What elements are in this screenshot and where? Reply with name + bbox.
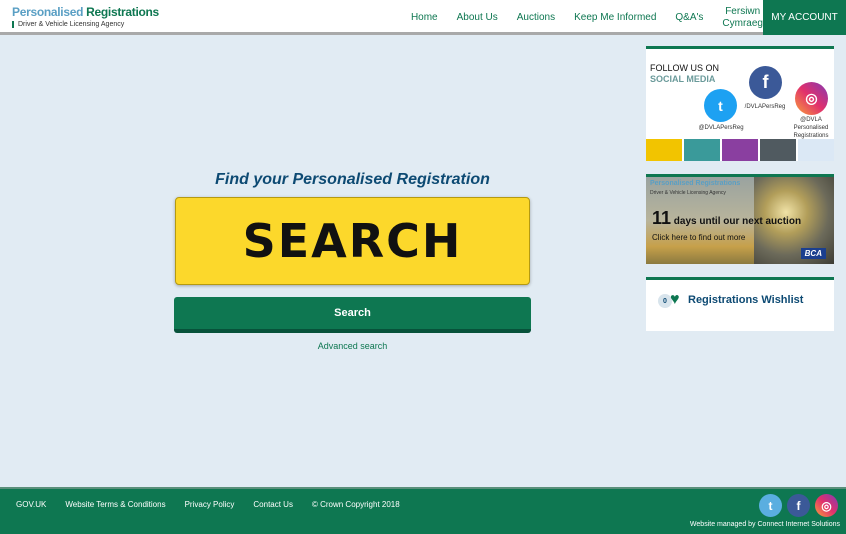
instagram-icon[interactable]: ◎: [815, 494, 838, 517]
twitter-handle: @DVLAPersReg: [698, 125, 744, 131]
thumbnail-image: [722, 139, 758, 161]
search-button[interactable]: Search: [174, 297, 531, 333]
facebook-handle: /DVLAPersReg: [744, 104, 786, 110]
site-logo[interactable]: Personalised Registrations Driver & Vehi…: [12, 5, 159, 28]
facebook-icon[interactable]: f: [749, 66, 782, 99]
nav-keep-me-informed[interactable]: Keep Me Informed: [574, 12, 656, 24]
banner-logo-subtitle: Driver & Vehicle Licensing Agency: [650, 190, 726, 196]
copyright-text: © Crown Copyright 2018: [311, 500, 400, 509]
facebook-icon[interactable]: f: [787, 494, 810, 517]
nav-about-us[interactable]: About Us: [457, 12, 498, 24]
social-media-banner[interactable]: FOLLOW US ON SOCIAL MEDIA t @DVLAPersReg…: [646, 46, 834, 161]
advanced-search-link[interactable]: Advanced search: [174, 341, 531, 351]
social-heading-2: SOCIAL MEDIA: [650, 74, 716, 84]
instagram-icon[interactable]: ◎: [795, 82, 828, 115]
thumbnail-image: [646, 139, 682, 161]
managed-by-link[interactable]: Website managed by Connect Internet Solu…: [690, 521, 840, 528]
nav-welsh-version[interactable]: Fersiwn Cymraeg: [722, 6, 763, 30]
thumbnail-image: [684, 139, 720, 161]
page-title: Find your Personalised Registration: [215, 171, 490, 188]
site-header: Personalised Registrations Driver & Vehi…: [0, 0, 846, 35]
auction-countdown-banner[interactable]: Personalised Registrations Driver & Vehi…: [646, 174, 834, 264]
auction-countdown: 11 days until our next auction: [652, 208, 802, 228]
footer-link-contact[interactable]: Contact Us: [253, 500, 293, 509]
registration-search-input[interactable]: SEARCH: [175, 197, 530, 285]
twitter-icon[interactable]: t: [704, 89, 737, 122]
nav-auctions[interactable]: Auctions: [517, 12, 555, 24]
bca-logo: BCA: [800, 248, 826, 259]
footer-social: t f ◎: [759, 494, 838, 517]
welsh-label-2: Cymraeg: [722, 17, 763, 29]
wishlist-label: Registrations Wishlist: [688, 294, 804, 306]
main-nav: Home About Us Auctions Keep Me Informed …: [392, 0, 763, 35]
welsh-label-1: Fersiwn: [725, 5, 761, 17]
banner-logo-title: Personalised Registrations: [650, 180, 741, 187]
auction-link-text: Click here to find out more: [652, 233, 746, 242]
footer-link-privacy[interactable]: Privacy Policy: [185, 500, 235, 509]
nav-home[interactable]: Home: [411, 12, 438, 24]
registrations-wishlist[interactable]: 0 ♥ Registrations Wishlist: [646, 277, 834, 331]
social-heading-1: FOLLOW US ON: [650, 63, 720, 73]
logo-title: Personalised Registrations: [12, 5, 159, 19]
nav-qa[interactable]: Q&A's: [675, 12, 703, 24]
footer-link-terms[interactable]: Website Terms & Conditions: [65, 500, 165, 509]
logo-subtitle: Driver & Vehicle Licensing Agency: [12, 21, 159, 28]
heart-icon: ♥: [670, 291, 680, 308]
thumbnail-image: [760, 139, 796, 161]
thumbnail-image: [798, 139, 834, 161]
footer-link-govuk[interactable]: GOV.UK: [16, 500, 46, 509]
thumbnail-strip: [646, 139, 834, 161]
footer-links: GOV.UK Website Terms & Conditions Privac…: [16, 500, 419, 509]
site-footer: GOV.UK Website Terms & Conditions Privac…: [0, 487, 846, 534]
twitter-icon[interactable]: t: [759, 494, 782, 517]
instagram-handle: @DVLA Personalised Registrations: [793, 117, 829, 139]
my-account-button[interactable]: MY ACCOUNT: [763, 0, 846, 35]
